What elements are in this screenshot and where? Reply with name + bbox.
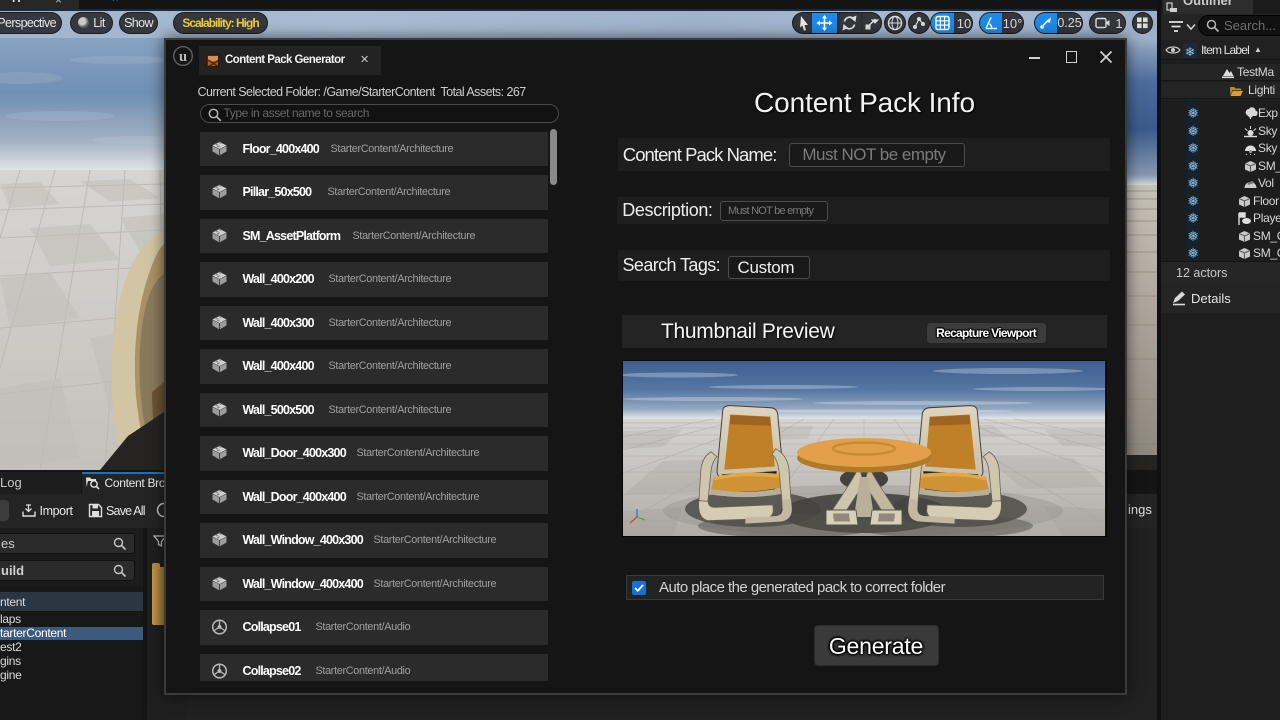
svg-text:u: u (179, 49, 187, 65)
